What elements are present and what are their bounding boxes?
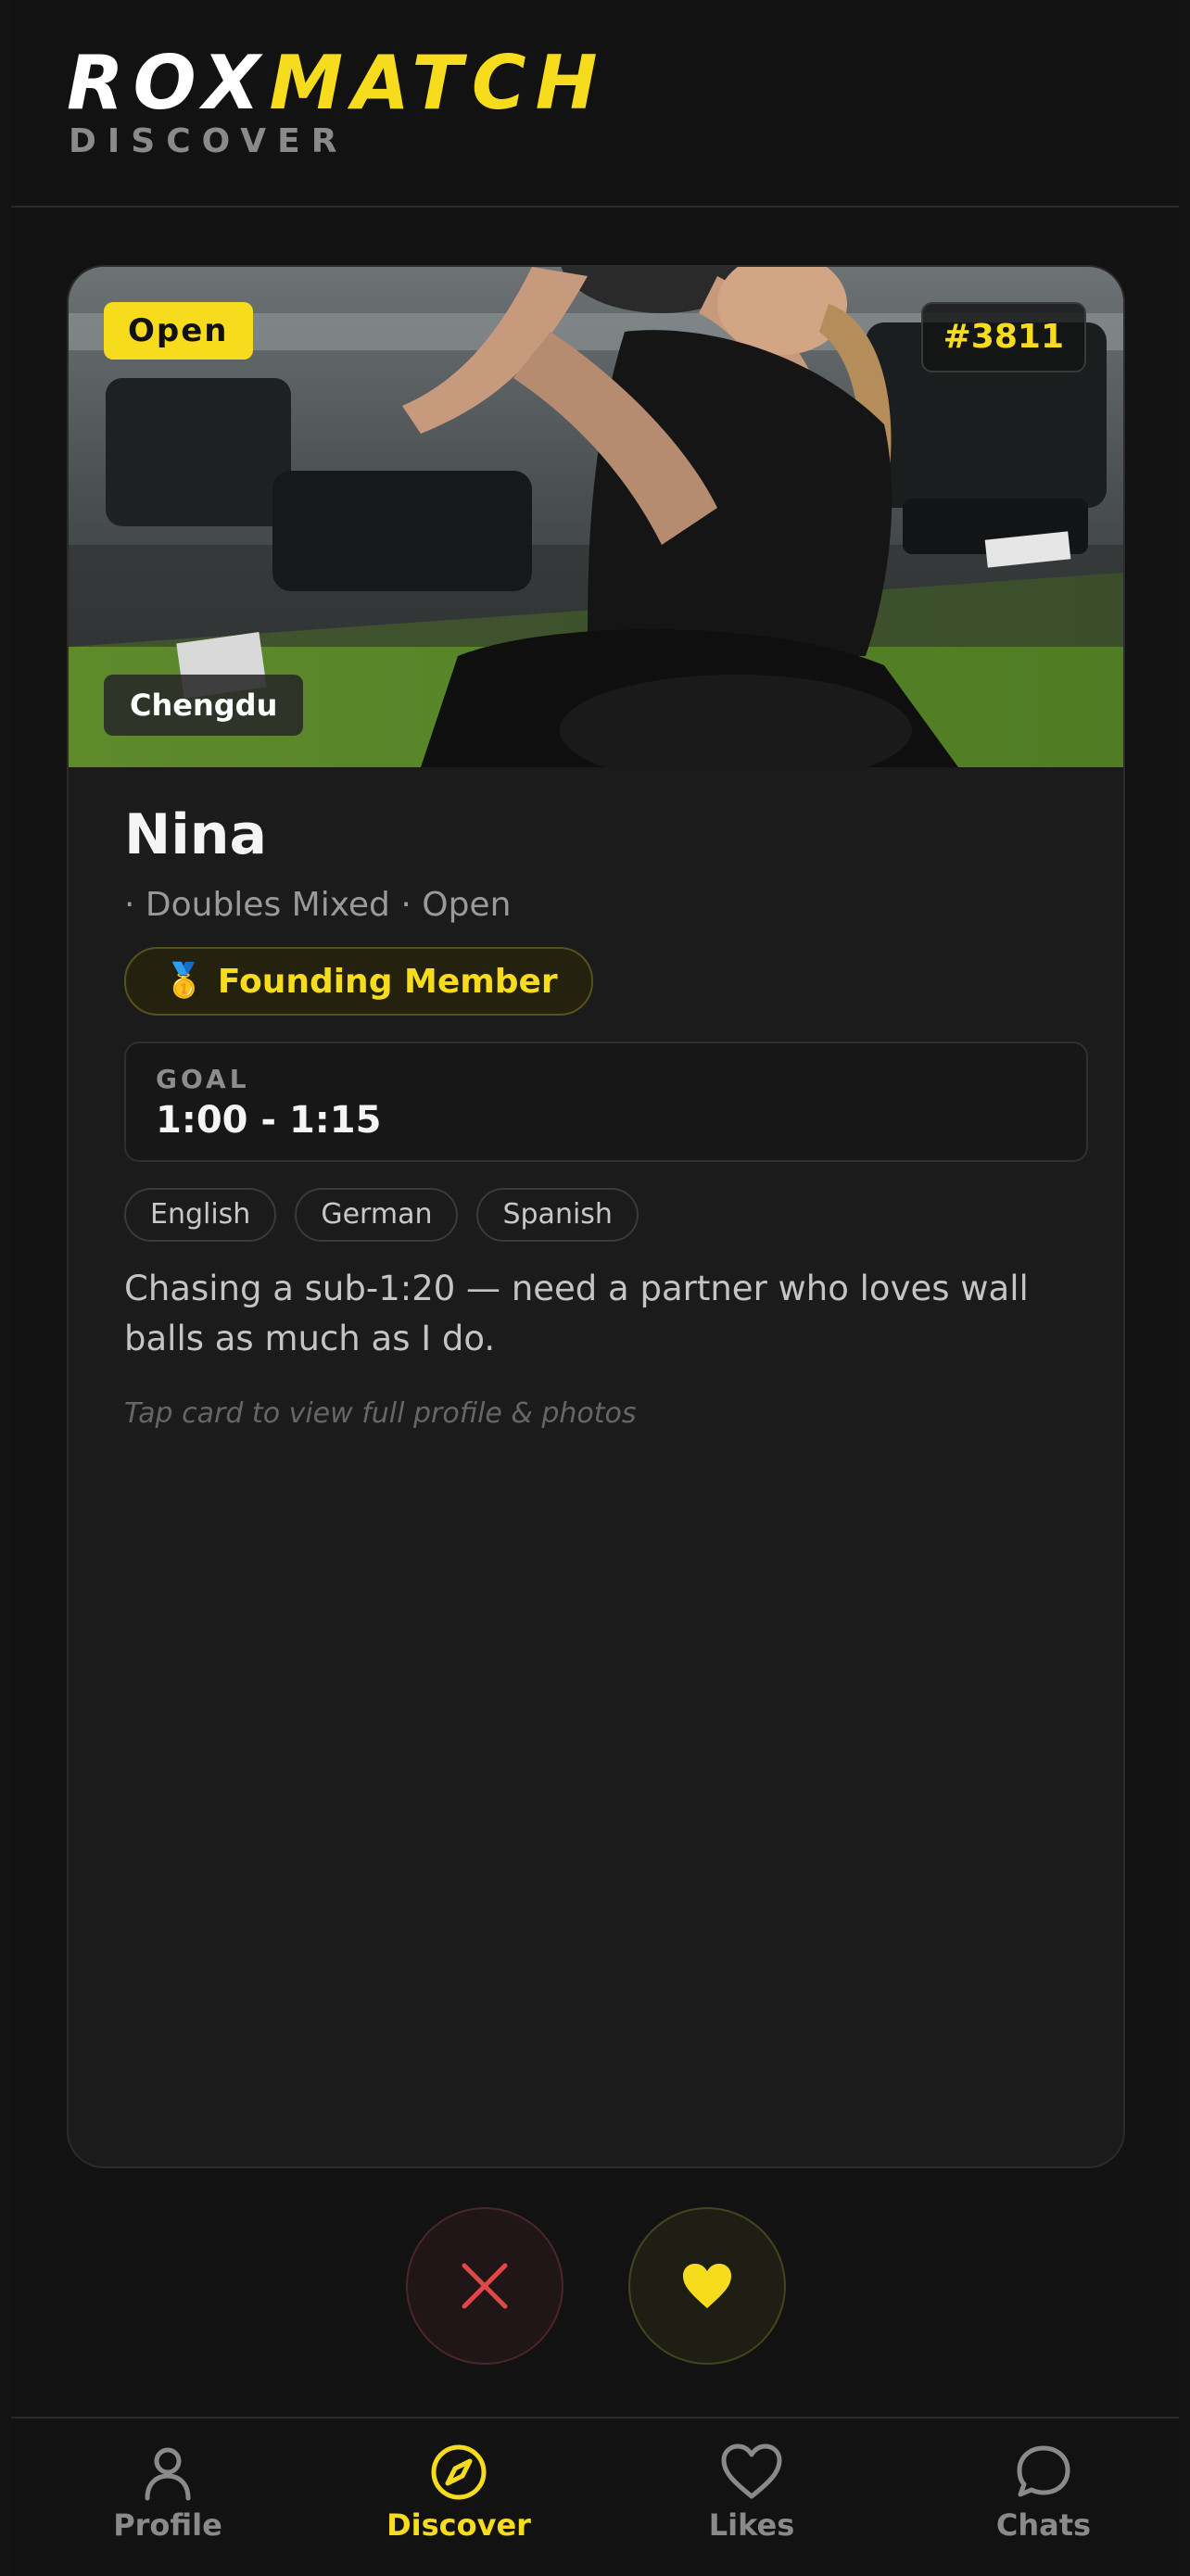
goal-label: GOAL <box>156 1064 250 1094</box>
page-title: DISCOVER <box>69 122 348 160</box>
chat-bubble-icon <box>1017 2445 1070 2497</box>
status-badge: Open <box>104 302 253 360</box>
profile-bio: Chasing a sub-1:20 — need a partner who … <box>124 1269 1029 1358</box>
profile-name: Nina <box>124 802 267 867</box>
like-button[interactable] <box>628 2207 786 2365</box>
founding-member-label: Founding Member <box>217 962 558 1001</box>
heart-outline-icon <box>721 2443 782 2499</box>
close-icon <box>462 2263 508 2309</box>
medal-icon: 🥇 <box>163 962 205 1000</box>
goal-box: GOAL 1:00 - 1:15 <box>124 1042 1088 1162</box>
language-tag: English <box>124 1188 277 1242</box>
logo-text-rox: ROX <box>67 40 270 126</box>
bottom-nav: Profile Discover Likes Chats <box>11 2417 1179 2576</box>
nav-label-profile: Profile <box>113 2507 222 2543</box>
compass-icon <box>431 2444 487 2500</box>
nav-item-likes[interactable]: Likes <box>659 2443 844 2543</box>
app-logo: ROXMATCH <box>67 39 607 128</box>
view-profile-hint: Tap card to view full profile & photos <box>124 1397 637 1430</box>
nav-label-likes: Likes <box>708 2507 795 2543</box>
nav-item-profile[interactable]: Profile <box>75 2443 260 2543</box>
language-tags: English German Spanish <box>124 1188 639 1242</box>
person-icon <box>145 2447 191 2501</box>
header: ROXMATCH DISCOVER <box>11 0 1179 208</box>
app-frame: ROXMATCH DISCOVER Open #3811 Chengdu Nin… <box>11 0 1179 2576</box>
pass-button[interactable] <box>406 2207 563 2365</box>
nav-label-chats: Chats <box>995 2507 1092 2543</box>
city-badge: Chengdu <box>104 675 304 736</box>
nav-item-discover[interactable]: Discover <box>366 2443 551 2543</box>
language-tag: German <box>295 1188 459 1242</box>
nav-item-chats[interactable]: Chats <box>951 2443 1136 2543</box>
nav-label-discover: Discover <box>386 2507 531 2543</box>
profile-card[interactable]: Open #3811 Chengdu Nina · Doubles Mixed … <box>67 265 1125 2168</box>
profile-meta: · Doubles Mixed · Open <box>124 886 512 924</box>
language-tag: Spanish <box>476 1188 639 1242</box>
goal-value: 1:00 - 1:15 <box>156 1099 382 1142</box>
heart-icon <box>683 2264 731 2308</box>
profile-photo[interactable]: Open #3811 Chengdu <box>69 267 1123 767</box>
logo-text-match: MATCH <box>269 40 607 126</box>
profile-number-badge: #3811 <box>920 302 1086 373</box>
founding-member-badge: 🥇 Founding Member <box>124 947 593 1016</box>
